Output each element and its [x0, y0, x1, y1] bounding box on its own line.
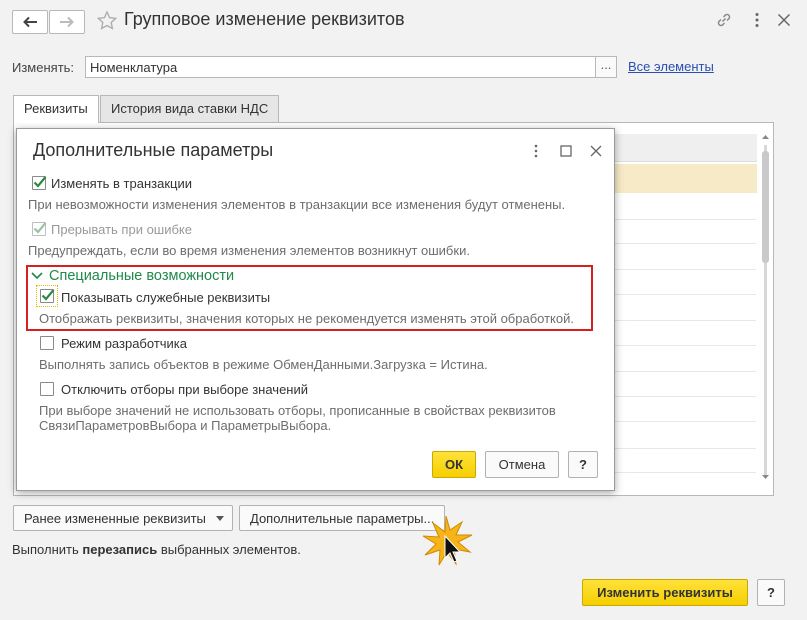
prev-changed-button[interactable]: Ранее измененные реквизиты: [13, 505, 233, 531]
dialog-title: Дополнительные параметры: [33, 140, 274, 160]
scroll-up-icon: [762, 135, 769, 139]
table-row: [599, 472, 756, 473]
tab-requisites[interactable]: Реквизиты: [13, 95, 99, 123]
table-row: [599, 243, 756, 244]
more-vertical-icon: [755, 13, 759, 27]
window-title: Групповое изменение реквизитов: [124, 9, 405, 29]
link-icon: [717, 13, 731, 27]
table-row: [599, 269, 756, 270]
extra-params-dialog: Дополнительные параметры Изменять в тран…: [16, 128, 615, 491]
transaction-checkbox[interactable]: [32, 176, 47, 190]
developer-mode-checkbox[interactable]: [40, 336, 54, 350]
table-row: [599, 219, 756, 220]
checkmark-icon: [33, 222, 47, 234]
table-row: [599, 421, 756, 422]
special-section-title[interactable]: Специальные возможности: [49, 268, 234, 284]
table-row: [599, 371, 756, 372]
dialog-more-button[interactable]: [528, 143, 544, 162]
star-icon: [96, 10, 118, 30]
select-button[interactable]: ...: [595, 56, 617, 78]
dropdown-arrow-icon: [215, 516, 224, 521]
transaction-label[interactable]: Изменять в транзакции: [51, 176, 192, 191]
stop-on-error-label: Прерывать при ошибке: [51, 222, 192, 237]
object-type-field[interactable]: Номенклатура: [85, 56, 596, 78]
show-service-requisites-checkbox[interactable]: [40, 289, 55, 303]
close-icon: [590, 145, 602, 157]
checkmark-icon: [41, 289, 55, 301]
forward-arrow-icon: [60, 16, 74, 28]
developer-mode-hint: Выполнять запись объектов в режиме Обмен…: [39, 357, 488, 372]
change-requisites-button[interactable]: Изменить реквизиты: [582, 579, 748, 606]
all-elements-link[interactable]: Все элементы: [628, 59, 714, 74]
show-service-requisites-label[interactable]: Показывать служебные реквизиты: [61, 290, 270, 305]
scroll-thumb[interactable]: [762, 151, 769, 263]
table-row-selected[interactable]: [599, 164, 757, 193]
prev-changed-label: Ранее измененные реквизиты: [24, 511, 206, 526]
close-window-button[interactable]: [775, 11, 793, 32]
checkmark-icon: [33, 176, 47, 188]
table-row: [599, 345, 756, 346]
tab-vat-history[interactable]: История вида ставки НДС: [100, 95, 280, 122]
dialog-maximize-button[interactable]: [558, 143, 574, 162]
more-vertical-icon: [534, 144, 538, 158]
disable-filters-hint-line1: При выборе значений не использовать отбо…: [39, 403, 556, 418]
back-button[interactable]: [12, 10, 48, 34]
close-icon: [777, 13, 791, 27]
back-arrow-icon: [23, 16, 37, 28]
status-text: Выполнить перезапись выбранных элементов…: [12, 542, 301, 557]
disable-filters-label[interactable]: Отключить отборы при выборе значений: [61, 382, 308, 397]
disable-filters-checkbox[interactable]: [40, 382, 54, 396]
maximize-icon: [560, 145, 572, 157]
forward-button[interactable]: [49, 10, 85, 34]
table-row: [599, 396, 756, 397]
click-burst-icon: [422, 515, 473, 566]
help-button[interactable]: ?: [757, 579, 785, 606]
stop-on-error-checkbox[interactable]: [32, 222, 47, 236]
dialog-close-button[interactable]: [588, 143, 604, 162]
favorite-button[interactable]: [96, 10, 118, 35]
table-row: [599, 294, 756, 295]
show-service-requisites-hint: Отображать реквизиты, значения которых н…: [39, 311, 574, 326]
table-row: [599, 320, 756, 321]
more-menu-button[interactable]: [748, 11, 766, 32]
developer-mode-label[interactable]: Режим разработчика: [61, 336, 187, 351]
table-row: [599, 448, 756, 449]
transaction-hint: При невозможности изменения элементов в …: [28, 197, 566, 212]
cancel-button[interactable]: Отмена: [485, 451, 559, 478]
disable-filters-hint-line2: СвязиПараметровВыбора и ПараметрыВыбора.: [39, 418, 332, 433]
stop-on-error-hint: Предупреждать, если во время изменения э…: [28, 243, 470, 258]
table-header: [599, 134, 757, 162]
link-button[interactable]: [715, 11, 733, 32]
ok-button[interactable]: ОК: [432, 451, 476, 478]
dialog-help-button[interactable]: ?: [568, 451, 598, 478]
chevron-down-icon[interactable]: [31, 271, 43, 280]
table-scrollbar[interactable]: [760, 133, 771, 483]
scroll-down-icon: [762, 475, 769, 479]
change-label: Изменять:: [12, 60, 75, 75]
